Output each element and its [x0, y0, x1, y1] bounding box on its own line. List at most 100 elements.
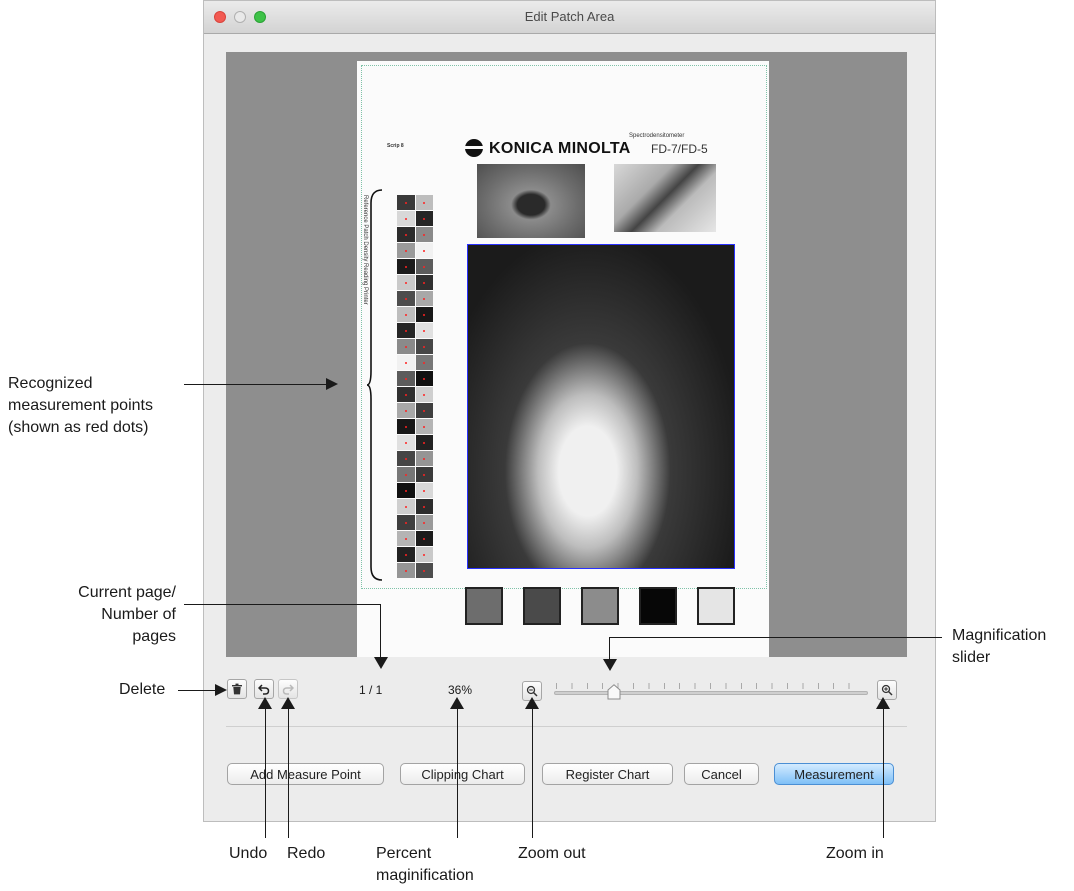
measurement-point-dot[interactable] — [404, 233, 407, 236]
measurement-point-dot[interactable] — [404, 217, 407, 220]
patch-cell — [415, 403, 433, 418]
measurement-point-dot[interactable] — [404, 329, 407, 332]
trash-icon — [232, 683, 242, 695]
measurement-point-dot[interactable] — [423, 265, 426, 268]
measurement-point-dot[interactable] — [404, 409, 407, 412]
measurement-point-dot[interactable] — [423, 521, 426, 524]
measurement-point-dot[interactable] — [404, 521, 407, 524]
measurement-point-dot[interactable] — [404, 505, 407, 508]
measurement-point-dot[interactable] — [404, 377, 407, 380]
patch-cell — [415, 467, 433, 482]
swatch-5 — [697, 587, 735, 625]
measurement-point-dot[interactable] — [404, 425, 407, 428]
patch-row — [397, 483, 433, 498]
measurement-point-dot[interactable] — [423, 425, 426, 428]
measurement-point-dot[interactable] — [404, 201, 407, 204]
patch-cell — [415, 243, 433, 258]
measurement-point-dot[interactable] — [423, 393, 426, 396]
patch-cell — [415, 291, 433, 306]
slider-track[interactable] — [554, 691, 868, 695]
patch-cell — [415, 227, 433, 242]
undo-button[interactable] — [254, 679, 274, 699]
magnification-slider[interactable] — [554, 683, 868, 701]
patch-cell — [415, 339, 433, 354]
redo-button[interactable] — [278, 679, 298, 699]
patch-row — [397, 531, 433, 546]
measurement-point-dot[interactable] — [423, 249, 426, 252]
strip-title: Reference Patch Density Reading Printer — [362, 195, 368, 305]
measurement-point-dot[interactable] — [423, 329, 426, 332]
measurement-point-dot[interactable] — [423, 489, 426, 492]
measurement-point-dot[interactable] — [423, 345, 426, 348]
measurement-point-dot[interactable] — [404, 265, 407, 268]
patch-row — [397, 243, 433, 258]
add-measure-point-button[interactable]: Add Measure Point — [227, 763, 384, 785]
measurement-point-dot[interactable] — [423, 377, 426, 380]
cancel-button[interactable]: Cancel — [684, 763, 759, 785]
measurement-point-dot[interactable] — [423, 217, 426, 220]
patch-cell — [397, 259, 415, 274]
patch-cell — [397, 275, 415, 290]
preview-area[interactable]: Scrip 8 KONICA MINOLTA Spectrodensitomet… — [226, 52, 907, 657]
patch-cell — [397, 419, 415, 434]
patch-cell — [415, 195, 433, 210]
patch-row — [397, 195, 433, 210]
measurement-point-dot[interactable] — [404, 457, 407, 460]
measurement-point-dot[interactable] — [423, 313, 426, 316]
patch-cell — [397, 307, 415, 322]
patch-row — [397, 467, 433, 482]
measurement-point-dot[interactable] — [423, 473, 426, 476]
annotation-magnification-slider: Magnification slider — [952, 627, 1047, 666]
measurement-point-dot[interactable] — [423, 361, 426, 364]
measurement-point-dot[interactable] — [423, 409, 426, 412]
patch-strip[interactable] — [397, 195, 433, 580]
measurement-button[interactable]: Measurement — [774, 763, 894, 785]
annotation-recognized-points: Recognized measurement points (shown as … — [8, 375, 153, 436]
patch-cell — [397, 211, 415, 226]
measurement-point-dot[interactable] — [423, 537, 426, 540]
delete-button[interactable] — [227, 679, 247, 699]
clipping-chart-button[interactable]: Clipping Chart — [400, 763, 525, 785]
measurement-point-dot[interactable] — [423, 441, 426, 444]
edit-patch-area-window: Edit Patch Area Scrip 8 KONICA MINOLTA S… — [203, 0, 936, 822]
measurement-point-dot[interactable] — [423, 505, 426, 508]
separator — [226, 726, 907, 727]
measurement-point-dot[interactable] — [404, 553, 407, 556]
chart-page[interactable]: Scrip 8 KONICA MINOLTA Spectrodensitomet… — [357, 61, 769, 657]
page-counter: 1 / 1 — [359, 683, 383, 697]
measurement-point-dot[interactable] — [423, 297, 426, 300]
title-bar: Edit Patch Area — [204, 1, 935, 34]
measurement-point-dot[interactable] — [404, 313, 407, 316]
measurement-point-dot[interactable] — [404, 345, 407, 348]
measurement-point-dot[interactable] — [423, 201, 426, 204]
measurement-point-dot[interactable] — [404, 361, 407, 364]
annotation-zoom-in: Zoom in — [826, 845, 884, 862]
measurement-point-dot[interactable] — [404, 249, 407, 252]
patch-cell — [415, 275, 433, 290]
patch-cell — [397, 547, 415, 562]
measurement-point-dot[interactable] — [404, 473, 407, 476]
brand-model: FD-7/FD-5 — [651, 142, 708, 156]
patch-cell — [397, 195, 415, 210]
measurement-point-dot[interactable] — [404, 281, 407, 284]
measurement-point-dot[interactable] — [423, 233, 426, 236]
patch-row — [397, 387, 433, 402]
swatch-photo — [614, 164, 716, 232]
measurement-point-dot[interactable] — [423, 553, 426, 556]
patch-cell — [397, 371, 415, 386]
measurement-point-dot[interactable] — [423, 569, 426, 572]
swatch-4 — [639, 587, 677, 625]
register-chart-button[interactable]: Register Chart — [542, 763, 673, 785]
measurement-point-dot[interactable] — [423, 281, 426, 284]
measurement-point-dot[interactable] — [404, 297, 407, 300]
measurement-point-dot[interactable] — [404, 569, 407, 572]
measurement-point-dot[interactable] — [404, 489, 407, 492]
measurement-point-dot[interactable] — [404, 393, 407, 396]
patch-cell — [415, 307, 433, 322]
slider-knob[interactable] — [607, 684, 621, 700]
measurement-point-dot[interactable] — [404, 537, 407, 540]
measurement-point-dot[interactable] — [423, 457, 426, 460]
measurement-point-dot[interactable] — [404, 441, 407, 444]
patch-cell — [397, 387, 415, 402]
patch-cell — [397, 291, 415, 306]
